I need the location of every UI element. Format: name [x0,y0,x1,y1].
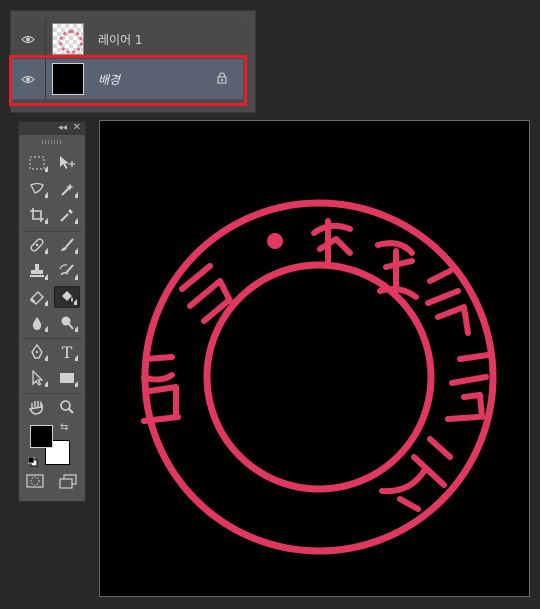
eye-icon[interactable] [21,35,35,44]
rectangular-marquee-tool[interactable] [24,152,50,174]
history-brush-tool[interactable] [54,260,80,282]
layer-row-background[interactable]: 배경 [11,59,243,99]
rectangle-tool[interactable] [54,367,80,389]
move-tool[interactable] [54,152,80,174]
history-brush-icon [59,264,74,276]
type-icon: T [61,342,73,362]
lasso-tool[interactable] [24,178,50,200]
eyedropper-tool[interactable] [54,204,80,226]
dodge-tool[interactable] [54,312,80,334]
layer-row-layer-1[interactable]: 레이어 1 [11,19,243,60]
brush-tool[interactable] [54,234,80,256]
stamp-seal-image [141,199,497,555]
lock-icon[interactable] [217,72,227,84]
zoom-icon [60,400,74,414]
path-selection-icon [32,370,44,386]
paint-bucket-tool[interactable] [54,286,80,308]
path-selection-tool[interactable] [24,367,50,389]
layers-panel: 레이어 1 배경 [10,10,256,113]
layer-thumbnail[interactable] [52,23,84,55]
magic-wand-tool[interactable] [54,178,80,200]
pen-icon [31,344,43,359]
eye-icon[interactable] [21,75,35,84]
hand-tool[interactable] [24,396,50,418]
document-canvas[interactable] [99,120,530,597]
hand-icon [28,400,44,415]
tools-panel-header[interactable]: ◂◂ ✕ [19,122,85,135]
stamp-icon [30,264,44,277]
lasso-icon [30,182,44,194]
eraser-icon [29,291,44,305]
crop-icon [30,208,44,222]
spot-healing-brush-tool[interactable] [24,234,50,256]
crop-tool[interactable] [24,204,50,226]
layer-name[interactable]: 레이어 1 [98,31,143,48]
foreground-color-swatch[interactable] [30,425,53,448]
tools-panel: ◂◂ ✕ T ⇆ [18,121,86,502]
quick-mask-icon[interactable] [26,474,44,488]
type-tool[interactable]: T [54,341,80,363]
layer-visibility-toggle[interactable] [11,59,46,99]
pen-tool[interactable] [24,341,50,363]
eraser-tool[interactable] [24,286,50,308]
rectangle-icon [60,373,74,383]
bandage-icon [30,238,44,252]
clone-stamp-tool[interactable] [24,260,50,282]
droplet-icon [32,317,42,330]
collapse-panel-icon[interactable]: ◂◂ [58,123,67,133]
eyedropper-icon [60,209,73,222]
layer-name[interactable]: 배경 [98,71,120,88]
zoom-tool[interactable] [54,396,80,418]
layer-thumbnail[interactable] [52,63,84,95]
layer-visibility-toggle[interactable] [11,19,46,59]
brush-icon [61,238,74,251]
close-icon[interactable]: ✕ [73,122,81,134]
tool-separator [23,231,81,232]
magic-wand-icon [61,183,74,196]
grip-icon[interactable] [42,140,62,144]
dodge-icon [61,316,74,330]
tool-separator [23,393,81,394]
default-colors-icon[interactable] [28,457,38,467]
paint-bucket-icon [62,291,73,302]
swap-colors-icon[interactable]: ⇆ [60,422,68,433]
tool-separator [23,338,81,339]
move-icon [60,156,75,169]
screen-mode-icon[interactable] [58,474,78,490]
marquee-icon [29,156,45,170]
blur-tool[interactable] [24,312,50,334]
